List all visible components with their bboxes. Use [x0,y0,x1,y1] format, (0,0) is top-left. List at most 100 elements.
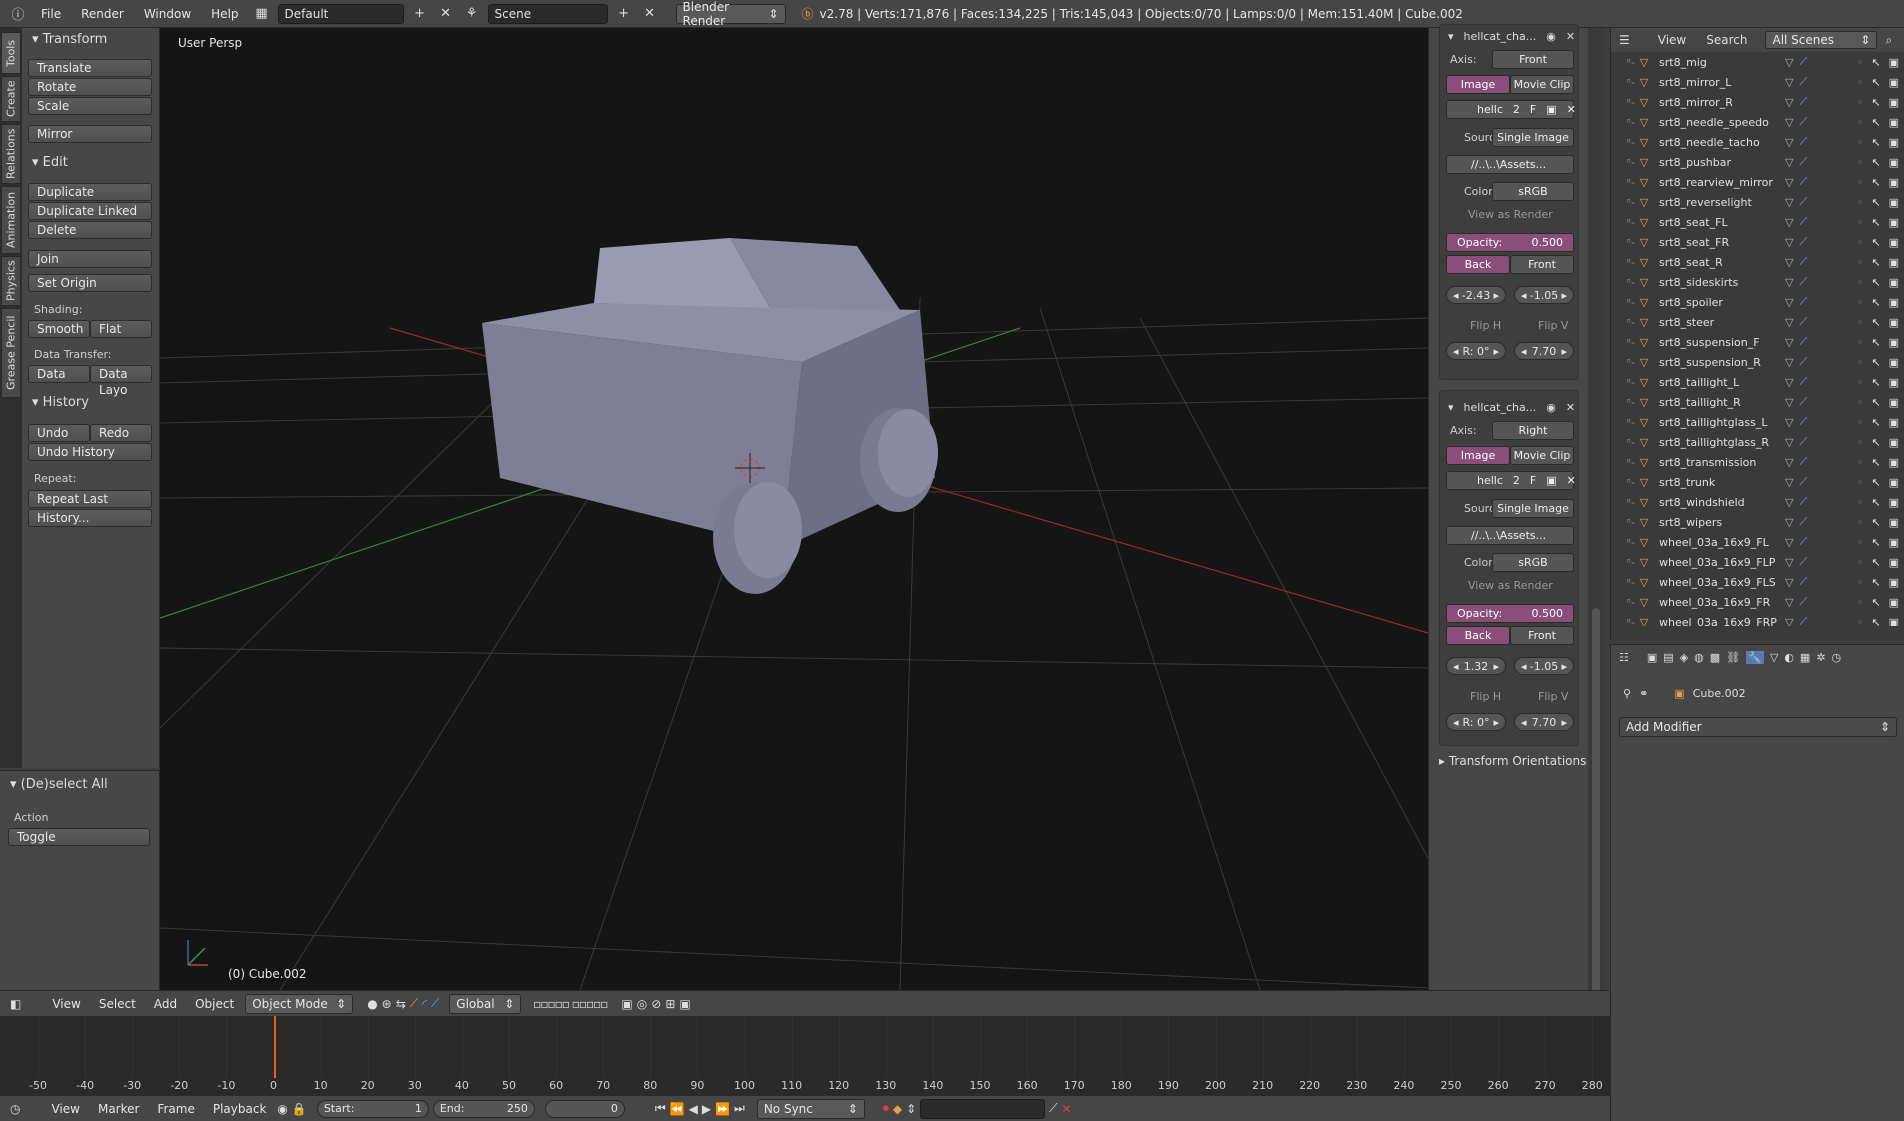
renderable-camera-icon[interactable]: ▣ [1889,96,1899,109]
scale-manipulator-icon[interactable]: ⟋ [431,996,439,1011]
renderable-camera-icon[interactable]: ▣ [1889,596,1899,609]
tab-create[interactable]: Create [1,76,21,122]
visibility-eye-icon[interactable]: ◦ [1857,376,1864,389]
flip-h-checkbox[interactable]: Flip H [1470,690,1501,703]
visibility-eye-icon[interactable]: ◦ [1857,256,1864,269]
object-tab-icon[interactable]: ▩ [1710,651,1720,664]
folder-icon[interactable]: ▣ [1546,103,1556,116]
visibility-eye-icon[interactable]: ◦ [1857,116,1864,129]
selectable-cursor-icon[interactable]: ↖ [1871,216,1880,229]
3d-viewport[interactable]: User Persp (0) Cube.002 [160,28,1428,990]
outliner-item[interactable]: ᵒ- ▽ srt8_taillight_R ▽ ⟋ ◦ ↖ ▣ [1611,392,1899,412]
visibility-eye-icon[interactable]: ◦ [1857,196,1864,209]
snap-icon[interactable]: ⊘ [651,997,661,1011]
outliner-item[interactable]: ᵒ- ▽ srt8_trunk ▽ ⟋ ◦ ↖ ▣ [1611,472,1899,492]
scrollbar-thumb[interactable] [1592,608,1600,1008]
selectable-cursor-icon[interactable]: ↖ [1871,76,1880,89]
repeat-last-button[interactable]: Repeat Last [28,490,152,508]
render-view-icon[interactable]: ▣ [679,997,690,1011]
visibility-eye-icon[interactable]: ◦ [1857,616,1864,627]
selectable-cursor-icon[interactable]: ↖ [1871,236,1880,249]
menu-marker[interactable]: Marker [91,1102,146,1116]
back-toggle[interactable]: Back [1446,626,1510,645]
set-origin-dropdown[interactable]: Set Origin [28,274,152,292]
properties-editor-icon[interactable]: ☷ [1619,651,1629,664]
editor-type-icon[interactable]: ◧ [10,997,21,1011]
add-modifier-dropdown[interactable]: Add Modifier ⇕ [1619,717,1897,737]
outliner-item[interactable]: ᵒ- ▽ srt8_needle_tacho ▽ ⟋ ◦ ↖ ▣ [1611,132,1899,152]
outliner-item[interactable]: ᵒ- ▽ wheel_03a_16x9_FRP ▽ ⟋ ◦ ↖ ▣ [1611,612,1899,626]
back-toggle[interactable]: Back [1446,255,1510,274]
visibility-eye-icon[interactable]: ◦ [1857,516,1864,529]
scene-tab-icon[interactable]: ◈ [1680,651,1688,664]
outliner-item[interactable]: ᵒ- ▽ srt8_needle_speedo ▽ ⟋ ◦ ↖ ▣ [1611,112,1899,132]
source-dropdown[interactable]: Single Image [1492,128,1574,147]
selectable-cursor-icon[interactable]: ↖ [1871,416,1880,429]
image-path-field[interactable]: //..\..\Assets... [1446,526,1574,545]
world-tab-icon[interactable]: ◍ [1694,651,1704,664]
visibility-eye-icon[interactable]: ◦ [1857,396,1864,409]
selectable-cursor-icon[interactable]: ↖ [1871,456,1880,469]
current-frame-indicator[interactable] [273,1016,276,1078]
renderable-camera-icon[interactable]: ▣ [1889,356,1899,369]
visibility-eye-icon[interactable]: ◦ [1857,556,1864,569]
renderable-camera-icon[interactable]: ▣ [1889,536,1899,549]
rotate-manipulator-icon[interactable]: ◜ [422,997,427,1011]
rotation-field[interactable]: ◂ R: 0° ▸ [1446,713,1506,731]
selectable-cursor-icon[interactable]: ↖ [1871,156,1880,169]
selectable-cursor-icon[interactable]: ↖ [1871,376,1880,389]
lock-icon[interactable]: 🔒 [292,1102,307,1116]
outliner-item[interactable]: ᵒ- ▽ srt8_sideskirts ▽ ⟋ ◦ ↖ ▣ [1611,272,1899,292]
renderable-camera-icon[interactable]: ▣ [1889,256,1899,269]
renderable-camera-icon[interactable]: ▣ [1889,416,1899,429]
selectable-cursor-icon[interactable]: ↖ [1871,316,1880,329]
tab-tools[interactable]: Tools [1,32,21,74]
scene-field[interactable]: Scene [487,3,608,24]
jump-prev-key-icon[interactable]: ⏪ [670,1102,685,1116]
visibility-eye-icon[interactable]: ◦ [1857,216,1864,229]
selectable-cursor-icon[interactable]: ↖ [1871,176,1880,189]
renderable-camera-icon[interactable]: ▣ [1889,556,1899,569]
modifiers-tab-icon[interactable]: 🔧 [1746,650,1764,664]
rotate-button[interactable]: Rotate [28,78,152,96]
visibility-eye-icon[interactable]: ◦ [1857,496,1864,509]
eye-icon[interactable]: ◉ [1546,401,1556,414]
keying-set-icon[interactable]: ⇕ [906,1102,916,1116]
outliner-editor-icon[interactable]: ☰ [1619,33,1630,47]
color-space-dropdown[interactable]: sRGB [1492,553,1574,572]
axis-dropdown[interactable]: Front [1492,50,1574,69]
renderable-camera-icon[interactable]: ▣ [1889,336,1899,349]
layout-icon[interactable]: ▦ [252,4,272,24]
visibility-eye-icon[interactable]: ◦ [1857,576,1864,589]
data-button[interactable]: Data [28,365,90,383]
redo-button[interactable]: Redo [90,424,152,442]
texture-tab-icon[interactable]: ▦ [1800,651,1810,664]
outliner-display-mode[interactable]: All Scenes ⇕ [1765,31,1878,49]
keyframe-icon[interactable]: ◆ [893,1102,902,1116]
end-frame-field[interactable]: End: 250 [432,1099,535,1118]
outliner-item[interactable]: ᵒ- ▽ wheel_03a_16x9_FLS ▽ ⟋ ◦ ↖ ▣ [1611,572,1899,592]
visibility-eye-icon[interactable]: ◦ [1857,596,1864,609]
offset-x-field[interactable]: ◂ 1.32 ▸ [1446,657,1506,675]
outliner-item[interactable]: ᵒ- ▽ wheel_03a_16x9_FLP ▽ ⟋ ◦ ↖ ▣ [1611,552,1899,572]
current-frame-field[interactable]: 0 [544,1099,625,1118]
color-space-dropdown[interactable]: sRGB [1492,182,1574,201]
visibility-eye-icon[interactable]: ◦ [1857,56,1864,69]
renderable-camera-icon[interactable]: ▣ [1889,436,1899,449]
outliner-item[interactable]: ᵒ- ▽ srt8_rearview_mirror ▽ ⟋ ◦ ↖ ▣ [1611,172,1899,192]
duplicate-linked-button[interactable]: Duplicate Linked [28,202,152,220]
outliner-item[interactable]: ᵒ- ▽ srt8_seat_FR ▽ ⟋ ◦ ↖ ▣ [1611,232,1899,252]
join-button[interactable]: Join [28,250,152,268]
bg-image-1-header[interactable]: ▾ hellcat_cha... ◉ ✕ [1448,30,1575,43]
renderable-camera-icon[interactable]: ▣ [1889,296,1899,309]
visibility-eye-icon[interactable]: ◦ [1857,336,1864,349]
movie-clip-tab[interactable]: Movie Clip [1510,75,1574,94]
visibility-eye-icon[interactable]: ◦ [1857,236,1864,249]
menu-add[interactable]: Add [147,997,184,1011]
selectable-cursor-icon[interactable]: ↖ [1871,576,1880,589]
edit-panel-header[interactable]: ▾ Edit [32,155,68,170]
add-scene-icon[interactable]: + [614,4,634,24]
selectable-cursor-icon[interactable]: ↖ [1871,396,1880,409]
outliner-item[interactable]: ᵒ- ▽ srt8_suspension_R ▽ ⟋ ◦ ↖ ▣ [1611,352,1899,372]
outliner-item[interactable]: ᵒ- ▽ srt8_seat_R ▽ ⟋ ◦ ↖ ▣ [1611,252,1899,272]
